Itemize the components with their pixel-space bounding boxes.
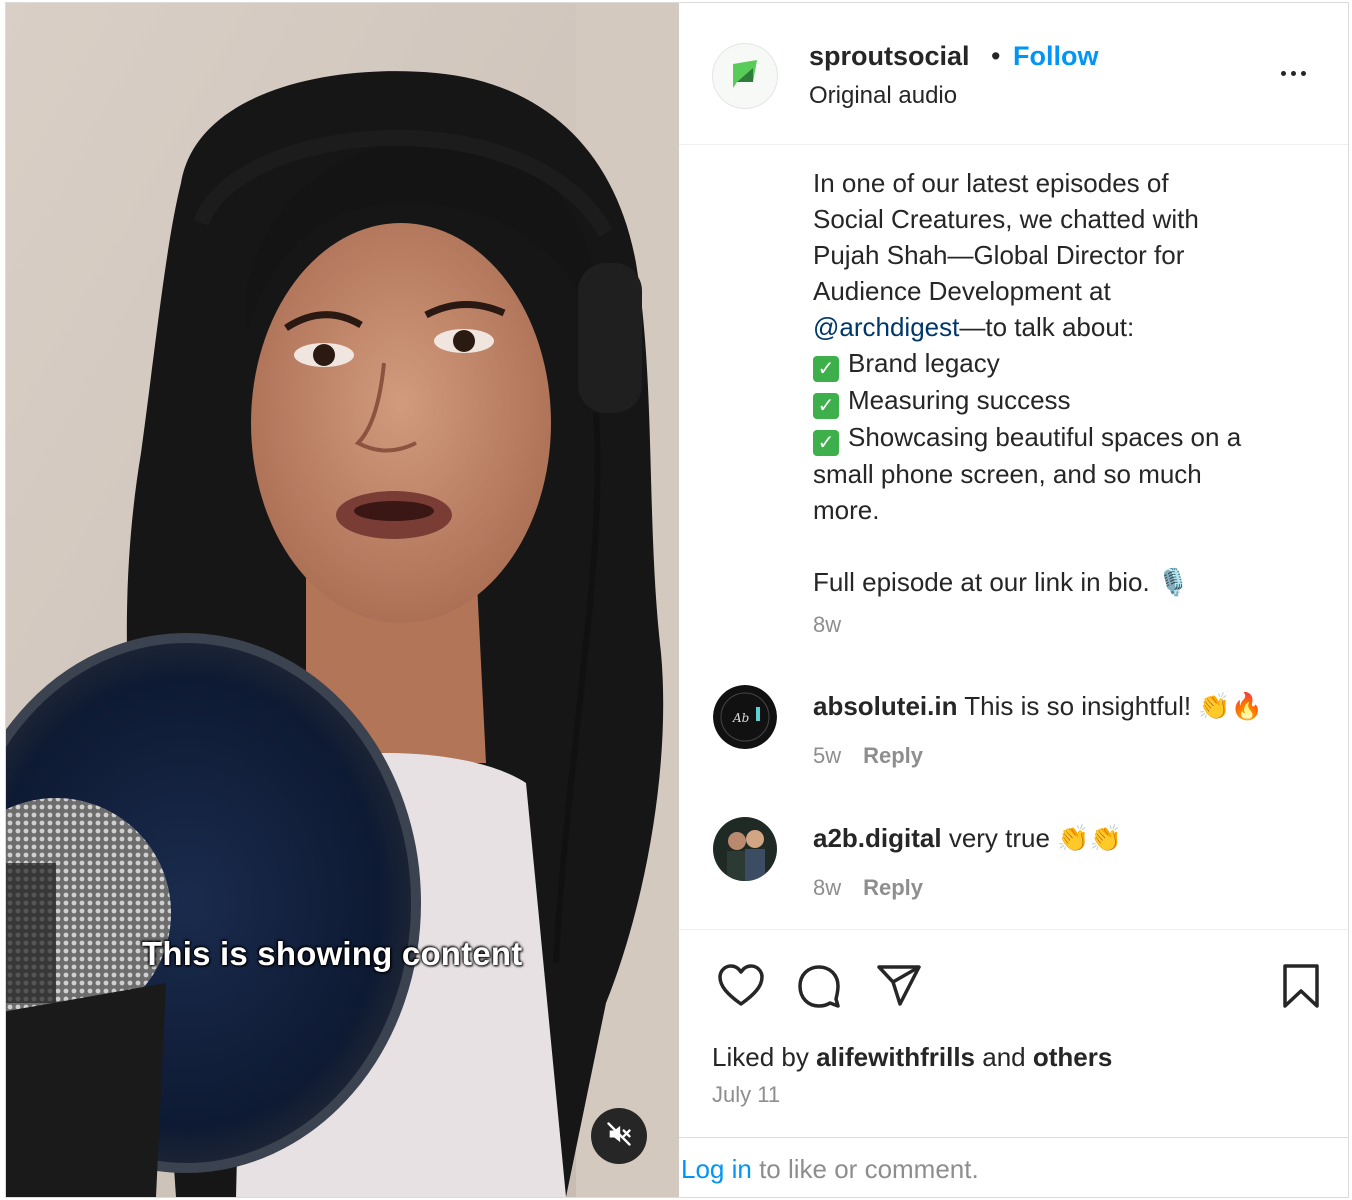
caption-line: Audience Development at — [813, 276, 1111, 306]
comment-text: absolutei.in This is so insightful! 👏🔥 — [813, 691, 1263, 722]
follow-button[interactable]: Follow — [1013, 41, 1098, 72]
video-frame — [6, 3, 679, 1197]
caption-line: small phone screen, and so much — [813, 459, 1202, 489]
post-actions: Liked by alifewithfrills and others July… — [679, 929, 1348, 1139]
post-username[interactable]: sproutsocial — [809, 41, 970, 72]
bullet-text: Showcasing beautiful spaces on a — [848, 422, 1242, 452]
sprout-logo-icon — [727, 56, 763, 97]
post-caption: In one of our latest episodes of Social … — [813, 165, 1313, 600]
post-header: sproutsocial • Follow Original audio — [679, 3, 1348, 145]
comment-meta: 8w Reply — [813, 875, 923, 901]
caption-line-rest: —to talk about: — [959, 312, 1135, 342]
heart-icon[interactable] — [715, 960, 767, 1012]
caption-line: @archdigest—to talk about: — [813, 309, 1313, 345]
likes-and: and — [982, 1042, 1026, 1072]
caption-line: Full episode at our link in bio. 🎙️ — [813, 567, 1190, 597]
svg-text:Ab: Ab — [732, 711, 749, 725]
login-prompt: Log in to like or comment. — [679, 1137, 1348, 1197]
post-dialog: This is showing content sproutsocial • F… — [5, 2, 1349, 1198]
comment-text: a2b.digital very true 👏👏 — [813, 823, 1122, 854]
mention-link[interactable]: @archdigest — [813, 312, 959, 342]
caption-line: more. — [813, 495, 880, 525]
comment-body: This is so insightful! 👏🔥 — [964, 691, 1264, 721]
comment-icon[interactable] — [793, 960, 845, 1012]
volume-muted-icon — [605, 1120, 633, 1153]
video-player[interactable]: This is showing content — [6, 3, 679, 1197]
caption-bullet: ✓ Brand legacy — [813, 345, 1313, 382]
likes-summary: Liked by alifewithfrills and others — [712, 1042, 1112, 1073]
post-date[interactable]: July 11 — [712, 1082, 780, 1108]
comment-body: very true 👏👏 — [948, 823, 1122, 853]
bullet-text: Measuring success — [848, 385, 1071, 415]
checkmark-icon: ✓ — [813, 393, 839, 419]
video-caption: This is showing content — [142, 935, 523, 972]
post-details-panel: sproutsocial • Follow Original audio In … — [679, 3, 1348, 1197]
caption-line: Social Creatures, we chatted with — [813, 204, 1199, 234]
checkmark-icon: ✓ — [813, 430, 839, 456]
caption-timestamp[interactable]: 8w — [813, 612, 841, 638]
mute-button[interactable] — [591, 1108, 647, 1164]
caption-bullet: ✓ Showcasing beautiful spaces on a — [813, 419, 1313, 456]
comment-timestamp[interactable]: 5w — [813, 743, 841, 768]
login-link[interactable]: Log in — [681, 1154, 752, 1184]
bookmark-icon[interactable] — [1275, 960, 1327, 1012]
caption-line: Pujah Shah—Global Director for — [813, 240, 1185, 270]
caption-line: In one of our latest episodes of — [813, 168, 1169, 198]
login-rest: to like or comment. — [759, 1154, 979, 1184]
reply-button[interactable]: Reply — [863, 875, 923, 900]
checkmark-icon: ✓ — [813, 356, 839, 382]
likes-prefix: Liked by — [712, 1042, 809, 1072]
caption-bullet: ✓ Measuring success — [813, 382, 1313, 419]
login-text: Log in to like or comment. — [681, 1154, 979, 1185]
audio-label[interactable]: Original audio — [809, 82, 957, 110]
send-icon[interactable] — [873, 960, 925, 1012]
separator-dot: • — [991, 41, 1001, 71]
reply-button[interactable]: Reply — [863, 743, 923, 768]
avatar[interactable] — [712, 43, 778, 109]
bullet-text: Brand legacy — [848, 348, 1000, 378]
comment-username[interactable]: a2b.digital — [813, 823, 942, 853]
comment-meta: 5w Reply — [813, 743, 923, 769]
liked-by-user[interactable]: alifewithfrills — [816, 1042, 975, 1072]
comment-timestamp[interactable]: 8w — [813, 875, 841, 900]
avatar[interactable]: Ab — [713, 685, 777, 749]
avatar[interactable] — [713, 817, 777, 881]
likes-others[interactable]: others — [1033, 1042, 1112, 1072]
more-options-icon[interactable] — [1273, 55, 1313, 91]
comment-username[interactable]: absolutei.in — [813, 691, 957, 721]
